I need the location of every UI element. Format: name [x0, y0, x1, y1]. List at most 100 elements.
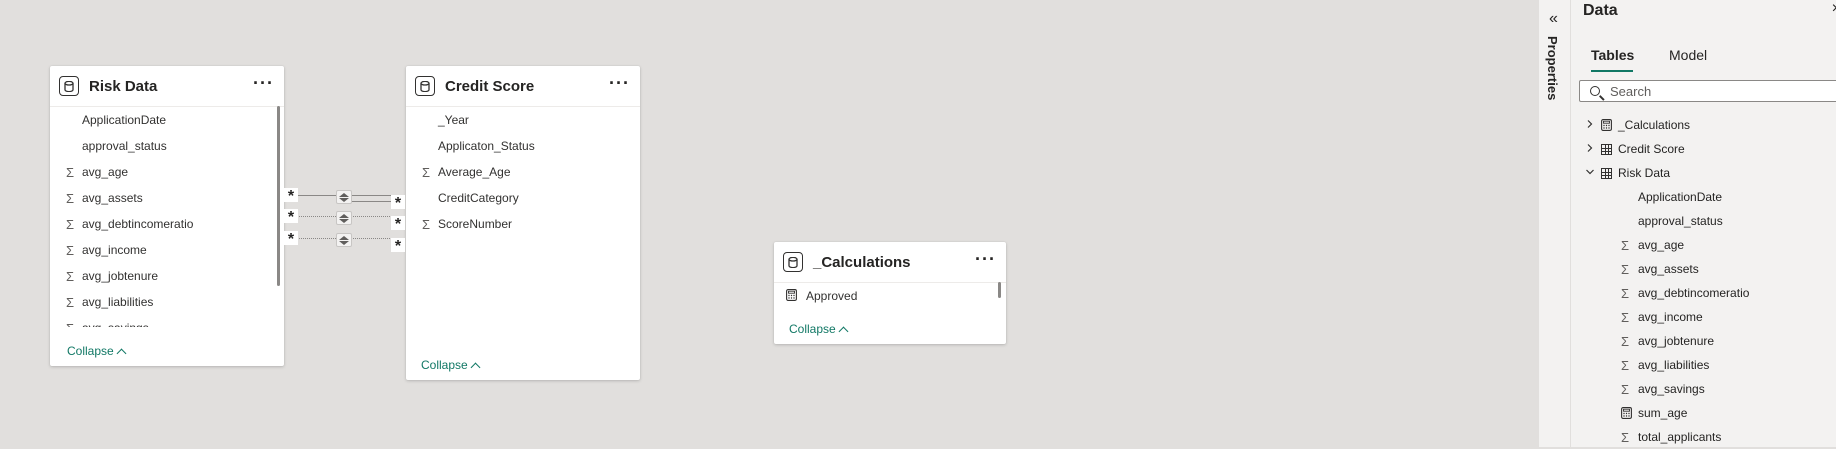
- tab-model[interactable]: Model: [1669, 47, 1707, 63]
- field-label: approval_status: [82, 139, 167, 153]
- table-icon: [1601, 167, 1612, 179]
- field-label: CreditCategory: [438, 191, 519, 205]
- tree-node-label: Risk Data: [1618, 166, 1671, 180]
- sigma-icon: Σ: [1621, 285, 1630, 301]
- more-options-icon[interactable]: ···: [609, 74, 630, 92]
- field-label: Average_Age: [438, 165, 511, 179]
- table-card-credit-score[interactable]: Credit Score ··· _Year Applicaton_Status Σ…: [406, 66, 640, 380]
- tree-node-label: avg_liabilities: [1638, 358, 1710, 372]
- sigma-icon: Σ: [1621, 333, 1630, 349]
- tree-table-node[interactable]: Credit Score: [1571, 137, 1836, 161]
- field-row[interactable]: CreditCategory: [406, 185, 640, 211]
- field-label: avg_assets: [82, 191, 143, 205]
- tree-field-node[interactable]: Σavg_income: [1571, 305, 1836, 329]
- close-icon[interactable]: ×: [1832, 0, 1836, 18]
- tree-table-node[interactable]: Risk Data: [1571, 161, 1836, 185]
- sigma-icon: Σ: [65, 190, 75, 206]
- tree-field-node[interactable]: approval_status: [1571, 209, 1836, 233]
- calculator-icon: [786, 288, 802, 304]
- field-row[interactable]: ApplicationDate: [50, 107, 284, 133]
- tree-field-node[interactable]: Σtotal_applicants: [1571, 425, 1836, 449]
- tree-node-label: ApplicationDate: [1638, 190, 1723, 204]
- collapse-link[interactable]: Collapse: [789, 322, 849, 336]
- scrollbar[interactable]: [277, 106, 280, 286]
- table-title: Credit Score: [445, 77, 535, 95]
- properties-label[interactable]: Properties: [1545, 36, 1560, 100]
- database-icon: [415, 76, 435, 96]
- tree-node-label: sum_age: [1638, 406, 1688, 420]
- search-box[interactable]: [1579, 80, 1836, 102]
- collapse-label: Collapse: [789, 322, 836, 336]
- tree-field-node[interactable]: sum_age: [1571, 401, 1836, 425]
- expand-chevron-icon[interactable]: «: [1549, 10, 1558, 28]
- field-row[interactable]: approval_status: [50, 133, 284, 159]
- sigma-icon: Σ: [1621, 261, 1630, 277]
- table-card-header[interactable]: _Calculations ···: [774, 242, 1006, 283]
- field-label: ScoreNumber: [438, 217, 513, 231]
- tab-tables[interactable]: Tables: [1591, 47, 1634, 63]
- active-tab-indicator: [1591, 70, 1633, 72]
- field-row[interactable]: Σavg_income: [50, 237, 284, 263]
- tree-node-label: approval_status: [1638, 214, 1723, 228]
- tree-field-node[interactable]: Σavg_liabilities: [1571, 353, 1836, 377]
- many-cardinality-icon: *: [284, 209, 298, 226]
- model-canvas[interactable]: Risk Data ··· ApplicationDate approval_st…: [0, 0, 1538, 447]
- table-card-header[interactable]: Risk Data ···: [50, 66, 284, 107]
- field-row[interactable]: Σ ScoreNumber: [406, 211, 640, 237]
- field-label: ApplicationDate: [82, 113, 167, 127]
- tree-node-label: avg_debtincomeratio: [1638, 286, 1750, 300]
- tree-table-node[interactable]: _Calculations: [1571, 113, 1836, 137]
- tree-field-node[interactable]: ApplicationDate: [1571, 185, 1836, 209]
- bidirectional-filter-icon[interactable]: [336, 190, 352, 204]
- tree-node-label: Credit Score: [1618, 142, 1685, 156]
- field-label: _Year: [438, 113, 469, 127]
- field-label: avg_liabilities: [82, 295, 154, 309]
- field-row[interactable]: Σavg_jobtenure: [50, 263, 284, 289]
- field-row[interactable]: Σavg_debtincomeratio: [50, 211, 284, 237]
- collapse-link[interactable]: Collapse: [421, 358, 481, 372]
- many-cardinality-icon: *: [284, 188, 298, 205]
- field-row[interactable]: Σavg_savings: [50, 315, 284, 328]
- field-row[interactable]: Σavg_liabilities: [50, 289, 284, 315]
- calculator-icon: [1601, 119, 1612, 131]
- table-card-risk-data[interactable]: Risk Data ··· ApplicationDate approval_st…: [50, 66, 284, 366]
- field-row[interactable]: Σavg_age: [50, 159, 284, 185]
- sigma-icon: Σ: [62, 321, 78, 328]
- scrollbar[interactable]: [998, 282, 1001, 298]
- more-options-icon[interactable]: ···: [975, 250, 996, 268]
- sigma-icon: Σ: [1621, 237, 1630, 253]
- database-icon: [59, 76, 79, 96]
- collapse-label: Collapse: [67, 344, 114, 358]
- field-label: avg_income: [82, 243, 147, 257]
- tree-field-node[interactable]: Σavg_jobtenure: [1571, 329, 1836, 353]
- properties-pane-collapsed[interactable]: « Properties: [1538, 0, 1571, 447]
- data-pane: Data × Tables Model _Calculations Credit …: [1570, 0, 1836, 447]
- field-row[interactable]: Σavg_assets: [50, 185, 284, 211]
- tree-field-node[interactable]: Σavg_assets: [1571, 257, 1836, 281]
- sigma-icon: Σ: [65, 294, 75, 310]
- tree-field-node[interactable]: Σavg_debtincomeratio: [1571, 281, 1836, 305]
- tree-field-node[interactable]: Σavg_age: [1571, 233, 1836, 257]
- field-label: avg_savings: [82, 321, 149, 327]
- tree-node-label: avg_age: [1638, 238, 1685, 252]
- table-card-calculations[interactable]: _Calculations ··· Approved Collapse: [774, 242, 1006, 344]
- table-tree: _Calculations Credit Score Risk Data Applic…: [1571, 113, 1836, 449]
- chevron-down-icon[interactable]: [1583, 166, 1597, 180]
- collapse-link[interactable]: Collapse: [67, 344, 127, 358]
- chevron-right-icon[interactable]: [1583, 118, 1597, 132]
- more-options-icon[interactable]: ···: [253, 74, 274, 92]
- bidirectional-filter-icon[interactable]: [336, 211, 352, 225]
- tree-field-node[interactable]: Σavg_savings: [1571, 377, 1836, 401]
- chevron-right-icon[interactable]: [1583, 142, 1597, 156]
- field-row[interactable]: Σ Average_Age: [406, 159, 640, 185]
- search-input[interactable]: [1610, 83, 1810, 99]
- field-row[interactable]: _Year: [406, 107, 640, 133]
- tree-node-label: avg_income: [1638, 310, 1703, 324]
- sigma-icon: Σ: [1621, 429, 1630, 445]
- bidirectional-filter-icon[interactable]: [336, 233, 352, 247]
- field-row[interactable]: Applicaton_Status: [406, 133, 640, 159]
- sigma-icon: Σ: [1621, 357, 1630, 373]
- table-card-header[interactable]: Credit Score ···: [406, 66, 640, 107]
- field-list: _Year Applicaton_Status Σ Average_Age Credit…: [406, 107, 640, 237]
- field-row[interactable]: Approved: [774, 283, 1006, 309]
